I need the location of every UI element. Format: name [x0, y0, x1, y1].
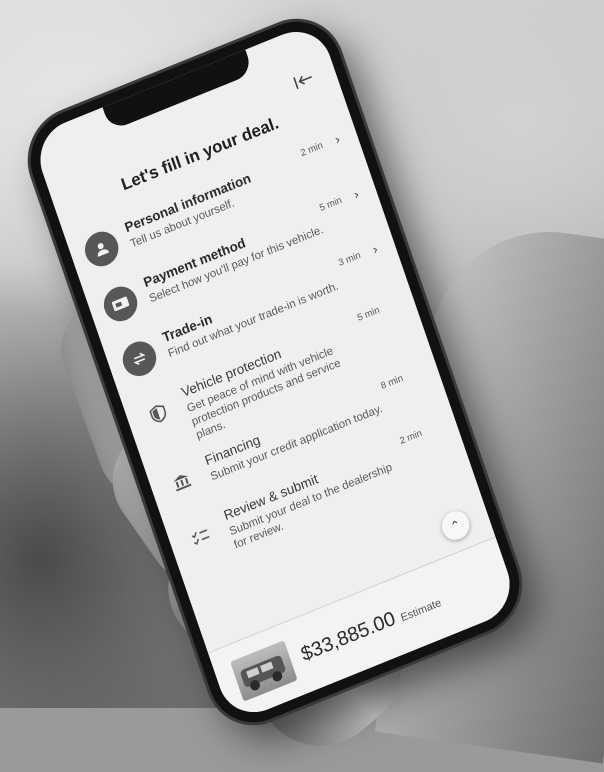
vehicle-thumbnail	[230, 640, 298, 702]
expand-up-button[interactable]: ⌃	[438, 507, 474, 545]
chevron-up-icon: ⌃	[448, 516, 463, 535]
swap-icon	[118, 336, 161, 382]
checklist-icon	[179, 514, 222, 559]
person-icon	[80, 226, 123, 272]
shield-icon	[137, 391, 180, 436]
phone-wrapper: Let's fill in your deal. Personal inform…	[0, 0, 604, 737]
phone-notch	[102, 48, 254, 132]
payment-icon	[99, 281, 142, 327]
smartphone: Let's fill in your deal. Personal inform…	[17, 7, 533, 737]
bank-icon	[161, 459, 204, 504]
price-estimate-label: Estimate	[399, 596, 443, 625]
deal-steps-list: Personal information Tell us about yours…	[80, 131, 464, 594]
price-estimate-value: $33,885.00	[298, 607, 399, 666]
collapse-sidebar-icon[interactable]	[291, 68, 317, 91]
phone-screen: Let's fill in your deal. Personal inform…	[30, 20, 520, 724]
